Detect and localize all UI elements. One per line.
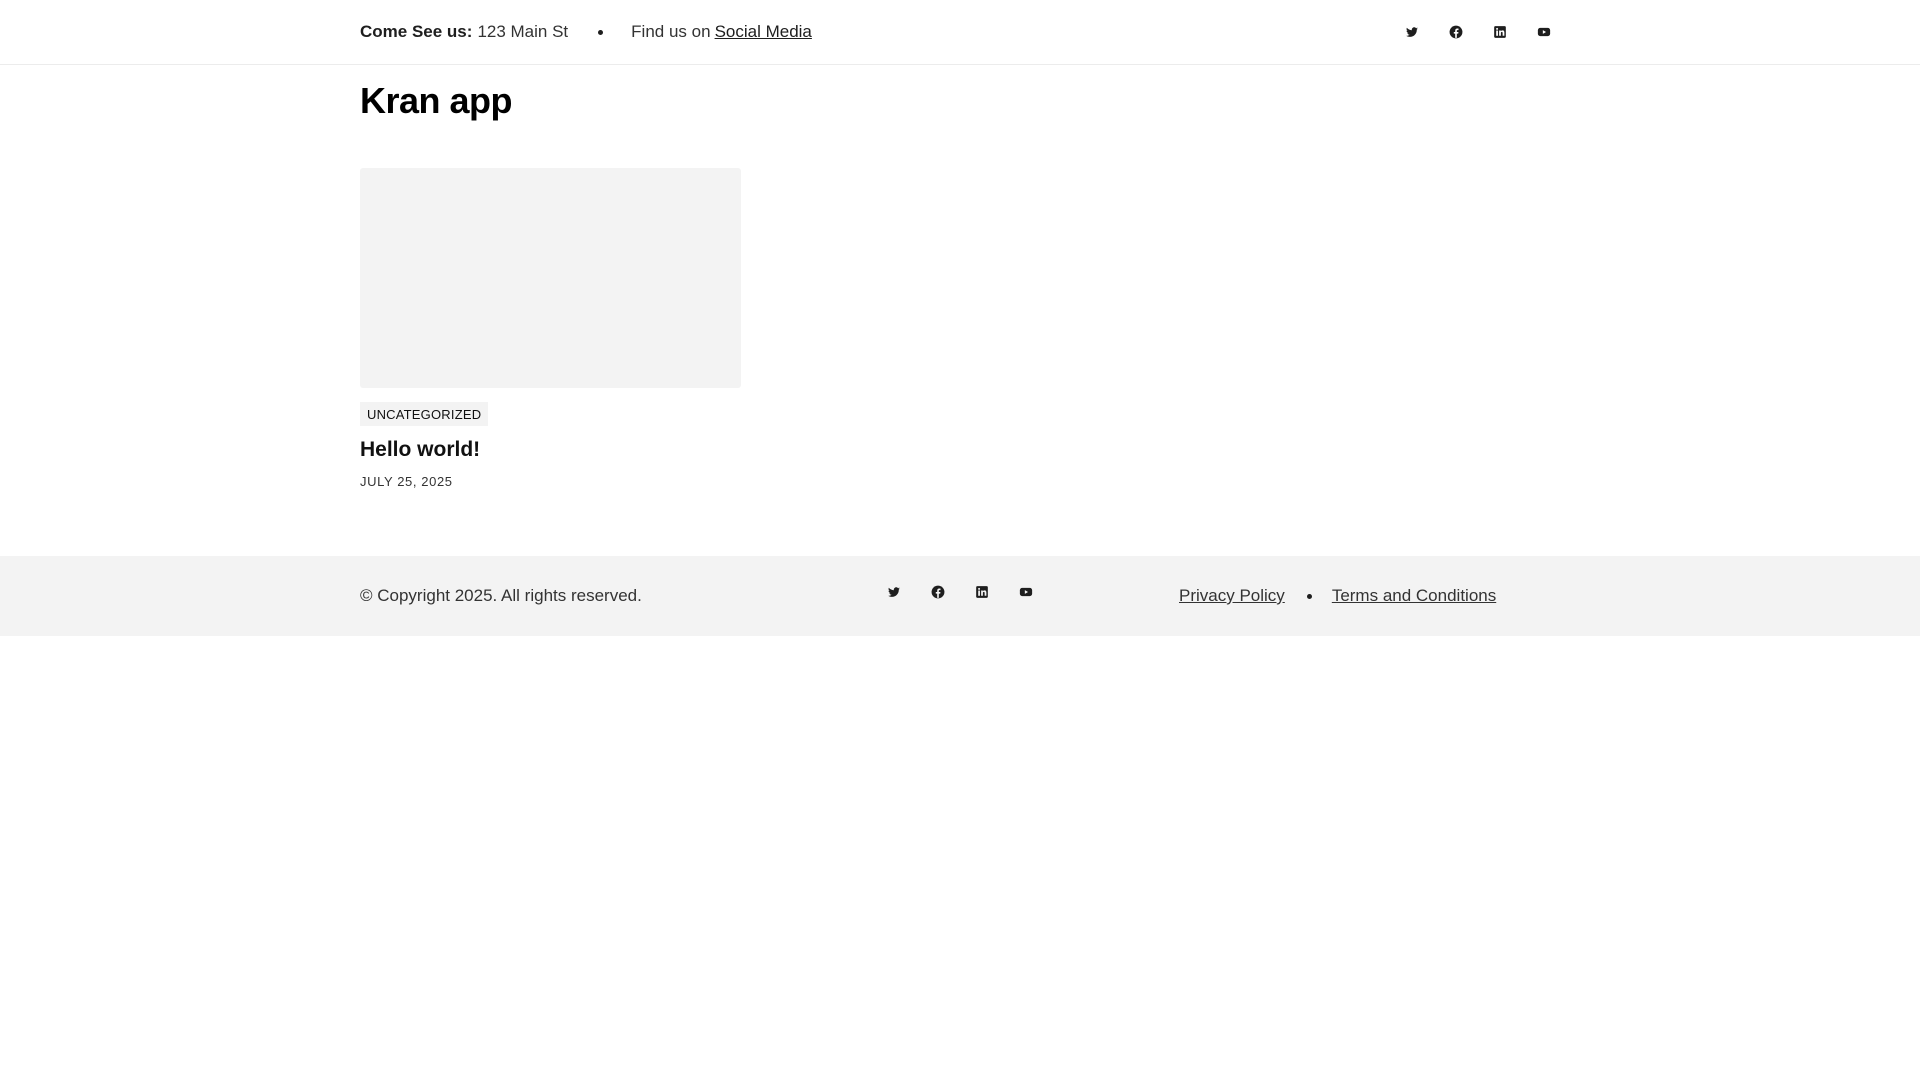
linkedin-icon[interactable] [960, 570, 1004, 614]
social-media-link[interactable]: Social Media [715, 22, 812, 42]
address-label: Come See us: [360, 22, 473, 41]
post-card: UNCATEGORIZED Hello world! JULY 25, 2025 [360, 168, 741, 489]
facebook-icon[interactable] [916, 570, 960, 614]
top-bar: Come See us: 123 Main St Find us on Soci… [0, 0, 1920, 65]
post-thumbnail[interactable] [360, 168, 741, 388]
top-bar-info: Come See us: 123 Main St Find us on Soci… [360, 22, 812, 42]
social-prefix: Find us on [631, 22, 711, 41]
footer-links: Privacy Policy Terms and Conditions [1179, 586, 1496, 606]
twitter-icon[interactable] [1390, 10, 1434, 54]
separator-dot [598, 29, 604, 35]
separator-dot [1306, 593, 1312, 599]
facebook-icon[interactable] [1434, 10, 1478, 54]
youtube-icon[interactable] [1004, 570, 1048, 614]
privacy-policy-link[interactable]: Privacy Policy [1179, 586, 1285, 606]
post-date: JULY 25, 2025 [360, 474, 453, 489]
top-bar-inner: Come See us: 123 Main St Find us on Soci… [360, 0, 1560, 64]
footer-copyright: © Copyright 2025. All rights reserved. [360, 586, 642, 605]
top-social-icons [1390, 10, 1566, 54]
terms-and-conditions-link[interactable]: Terms and Conditions [1332, 586, 1496, 606]
post-title[interactable]: Hello world! [360, 438, 741, 462]
site-title[interactable]: Kran app [360, 80, 513, 122]
linkedin-icon[interactable] [1478, 10, 1522, 54]
footer-social-icons [872, 570, 1048, 614]
youtube-icon[interactable] [1522, 10, 1566, 54]
twitter-icon[interactable] [872, 570, 916, 614]
post-category-badge[interactable]: UNCATEGORIZED [360, 402, 489, 426]
footer: © Copyright 2025. All rights reserved. P… [0, 556, 1920, 636]
address-value: 123 Main St [477, 22, 569, 41]
